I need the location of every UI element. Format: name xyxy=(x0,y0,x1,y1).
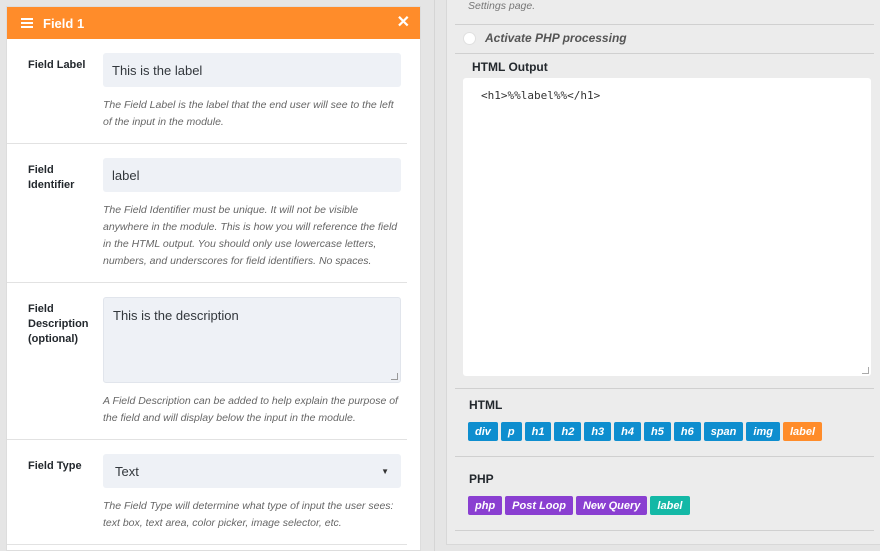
separator xyxy=(455,530,874,531)
html-output-label: HTML Output xyxy=(472,60,548,74)
field-identifier-label: Field Identifier xyxy=(28,164,75,191)
field-label-label: Field Label xyxy=(28,59,86,71)
html-tag-list: div p h1 h2 h3 h4 h5 h6 span img label xyxy=(468,422,823,441)
field-type-select[interactable]: Text ▼ xyxy=(103,454,401,488)
dropdown-arrow-icon: ▼ xyxy=(381,466,389,476)
close-icon[interactable]: ✕ xyxy=(397,15,410,31)
tag-button-span[interactable]: span xyxy=(703,422,744,441)
panel-divider xyxy=(434,0,435,551)
html-output-editor[interactable]: <h1>%%label%%</h1> xyxy=(463,78,871,376)
field-type-row: Field Type Text ▼ The Field Type will de… xyxy=(7,440,407,545)
tag-button-label[interactable]: label xyxy=(782,422,823,441)
php-tag-list: php Post Loop New Query label xyxy=(468,496,690,515)
resize-handle-icon[interactable] xyxy=(391,373,398,380)
field-description-help: A Field Description can be added to help… xyxy=(103,395,398,424)
php-processing-label: Activate PHP processing xyxy=(485,31,627,45)
tag-button-p[interactable]: p xyxy=(500,422,522,441)
panel-header: Field 1 ✕ xyxy=(7,7,420,39)
field-description-label: Field Description (optional) xyxy=(28,303,89,345)
field-description-value: This is the description xyxy=(113,308,239,323)
tag-button-new-query[interactable]: New Query xyxy=(575,496,648,515)
output-panel: Settings page. Activate PHP processing H… xyxy=(446,0,880,545)
panel-title: Field 1 xyxy=(43,15,85,31)
resize-handle-icon[interactable] xyxy=(862,367,869,374)
field-description-textarea[interactable]: This is the description xyxy=(103,297,401,383)
field-editor-panel: Field 1 ✕ Field Label This is the label … xyxy=(6,6,421,551)
separator xyxy=(455,456,874,457)
field-label-row: Field Label This is the label The Field … xyxy=(7,39,407,144)
field-type-label: Field Type xyxy=(28,460,82,472)
field-description-row: Field Description (optional) This is the… xyxy=(7,283,407,440)
php-processing-toggle[interactable]: Activate PHP processing xyxy=(463,31,627,45)
separator xyxy=(455,388,874,389)
tag-button-img[interactable]: img xyxy=(746,422,780,441)
tag-button-h4[interactable]: h4 xyxy=(614,422,642,441)
tag-button-h1[interactable]: h1 xyxy=(524,422,552,441)
tag-button-label[interactable]: label xyxy=(650,496,690,515)
tag-button-div[interactable]: div xyxy=(468,422,498,441)
tag-button-h2[interactable]: h2 xyxy=(554,422,582,441)
separator xyxy=(455,24,874,25)
field-type-value: Text xyxy=(115,463,139,479)
tag-button-h3[interactable]: h3 xyxy=(584,422,612,441)
tag-button-h5[interactable]: h5 xyxy=(644,422,671,441)
field-type-help: The Field Type will determine what type … xyxy=(103,500,394,529)
html-output-code: <h1>%%label%%</h1> xyxy=(481,89,601,102)
php-processing-checkbox[interactable] xyxy=(463,31,476,45)
tag-button-php[interactable]: php xyxy=(468,496,503,515)
hamburger-menu-icon[interactable] xyxy=(21,18,33,28)
php-tags-label: PHP xyxy=(469,472,494,486)
html-tags-label: HTML xyxy=(469,398,503,412)
field-identifier-input[interactable]: label xyxy=(103,158,401,192)
field-identifier-help: The Field Identifier must be unique. It … xyxy=(103,204,398,267)
field-label-help: The Field Label is the label that the en… xyxy=(103,99,394,128)
field-identifier-row: Field Identifier label The Field Identif… xyxy=(7,144,407,283)
separator xyxy=(455,53,874,54)
field-label-input[interactable]: This is the label xyxy=(103,53,401,87)
tag-button-h6[interactable]: h6 xyxy=(673,422,701,441)
tag-button-post-loop[interactable]: Post Loop xyxy=(505,496,573,515)
settings-note: Settings page. xyxy=(468,0,536,12)
